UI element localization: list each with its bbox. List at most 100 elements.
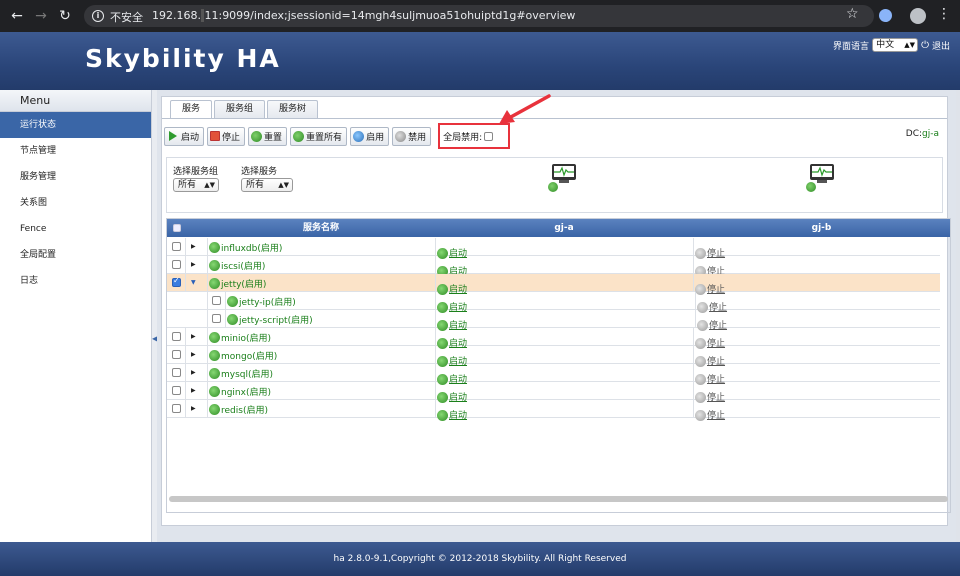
- running-status-icon: [209, 350, 220, 361]
- enable-button[interactable]: 启用: [350, 126, 390, 146]
- sidebar-item-fence[interactable]: Fence: [0, 216, 151, 242]
- service-filter: 选择服务 所有 ▲▼: [241, 164, 293, 192]
- extension-icon[interactable]: [879, 9, 892, 22]
- service-name[interactable]: nginx(启用): [209, 385, 271, 398]
- table-row[interactable]: ▶ nginx(启用) 启动 停止: [167, 382, 940, 403]
- sidebar-item-nodes[interactable]: 节点管理: [0, 138, 151, 164]
- main-area: 服务 服务组 服务树 启动 停止 重置 重置所有 启用 禁用 全局禁用: DC:…: [157, 90, 956, 542]
- logout-link[interactable]: 退出: [932, 39, 950, 52]
- sidebar-item-relations[interactable]: 关系图: [0, 190, 151, 216]
- service-label: 选择服务: [241, 167, 278, 177]
- gj-b-status[interactable]: 停止: [695, 403, 725, 421]
- row-checkbox[interactable]: [172, 368, 181, 377]
- running-status-icon: [209, 260, 220, 271]
- row-checkbox[interactable]: [172, 350, 181, 359]
- table-row-selected[interactable]: ▼ jetty(启用) 启动 停止: [167, 274, 940, 295]
- column-gj-b[interactable]: gj-b: [693, 219, 950, 237]
- reset-button[interactable]: 重置: [248, 126, 288, 146]
- running-status-icon: [209, 368, 220, 379]
- row-checkbox[interactable]: [212, 314, 221, 323]
- language-label: 界面语言: [833, 41, 870, 52]
- stop-icon: [210, 131, 221, 141]
- table-row[interactable]: ▶ mongo(启用) 启动 停止: [167, 346, 940, 367]
- expand-icon[interactable]: ▶: [191, 238, 196, 256]
- expand-icon[interactable]: ▶: [191, 400, 196, 418]
- forward-icon[interactable]: →: [32, 7, 50, 25]
- sidebar-item-services[interactable]: 服务管理: [0, 164, 151, 190]
- collapse-icon[interactable]: ▼: [191, 274, 196, 292]
- language-switcher: 界面语言 中文 ▲▼ ⏻ 退出: [833, 38, 950, 52]
- tab-services[interactable]: 服务: [170, 100, 213, 118]
- insecure-label: 不安全: [110, 11, 143, 24]
- table-row[interactable]: ▶ influxdb(启用) 启动 停止: [167, 238, 940, 259]
- sidebar-item-logs[interactable]: 日志: [0, 268, 151, 294]
- expand-icon[interactable]: ▶: [191, 346, 196, 364]
- horizontal-scrollbar[interactable]: [169, 496, 948, 502]
- table-row-child[interactable]: jetty-script(启用) 启动 停止: [167, 310, 940, 331]
- row-checkbox[interactable]: [172, 404, 181, 413]
- power-icon[interactable]: ⏻: [921, 40, 929, 51]
- sidebar: Menu 运行状态 节点管理 服务管理 关系图 Fence 全局配置 日志: [0, 90, 152, 542]
- browser-menu-icon[interactable]: ⋮: [937, 6, 951, 22]
- service-name[interactable]: influxdb(启用): [209, 241, 282, 254]
- table-row[interactable]: ▶ iscsi(启用) 启动 停止: [167, 256, 940, 277]
- global-disable-checkbox[interactable]: [484, 131, 494, 141]
- running-status-icon: [209, 242, 220, 253]
- sidebar-item-global-config[interactable]: 全局配置: [0, 242, 151, 268]
- table-row-child[interactable]: jetty-ip(启用) 启动 停止: [167, 292, 940, 313]
- row-checkbox[interactable]: [212, 296, 221, 305]
- select-all-checkbox[interactable]: [173, 224, 181, 232]
- app-header: Skybility HA 界面语言 中文 ▲▼ ⏻ 退出: [0, 32, 960, 90]
- stop-button[interactable]: 停止: [207, 126, 246, 146]
- sidebar-item-status[interactable]: 运行状态: [0, 112, 151, 138]
- service-group-select[interactable]: 所有 ▲▼: [173, 178, 219, 192]
- filter-area: 选择服务组 所有 ▲▼ 选择服务 所有 ▲▼: [166, 157, 943, 213]
- tab-service-tree[interactable]: 服务树: [267, 100, 319, 118]
- row-checkbox[interactable]: [172, 332, 181, 341]
- service-panel: 服务 服务组 服务树 启动 停止 重置 重置所有 启用 禁用 全局禁用: DC:…: [161, 96, 951, 526]
- row-checkbox[interactable]: [172, 386, 181, 395]
- expand-icon[interactable]: ▶: [191, 328, 196, 346]
- sidebar-title: Menu: [0, 90, 151, 112]
- service-name[interactable]: mysql(启用): [209, 367, 273, 380]
- tab-service-groups[interactable]: 服务组: [214, 100, 266, 118]
- disable-button[interactable]: 禁用: [392, 126, 432, 146]
- row-checkbox[interactable]: [172, 242, 181, 251]
- running-status-icon: [209, 332, 220, 343]
- service-name[interactable]: jetty-ip(启用): [227, 295, 296, 308]
- gear-icon: [395, 130, 407, 142]
- reset-all-icon: [293, 130, 305, 142]
- table-row[interactable]: ▶ mysql(启用) 启动 停止: [167, 364, 940, 385]
- service-select[interactable]: 所有 ▲▼: [241, 178, 293, 192]
- browser-toolbar: ← → ↻ i 不安全 192.168. 11:9099/index;jsess…: [0, 0, 960, 32]
- running-status-icon: [209, 386, 220, 397]
- bookmark-star-icon[interactable]: ☆: [846, 6, 859, 22]
- reload-icon[interactable]: ↻: [56, 7, 74, 25]
- row-checkbox[interactable]: [172, 260, 181, 269]
- service-name[interactable]: minio(启用): [209, 331, 271, 344]
- service-name[interactable]: jetty-script(启用): [227, 313, 313, 326]
- url-text[interactable]: 192.168. 11:9099/index;jsessionid=14mgh4…: [152, 9, 575, 22]
- column-service-name[interactable]: 服务名称: [207, 219, 435, 237]
- gj-a-status[interactable]: 启动: [437, 403, 467, 421]
- service-name[interactable]: mongo(启用): [209, 349, 277, 362]
- table-row[interactable]: ▶ redis(启用) 启动 停止: [167, 400, 940, 421]
- service-name[interactable]: jetty(启用): [209, 277, 266, 290]
- expand-icon[interactable]: ▶: [191, 364, 196, 382]
- running-status-icon: [437, 410, 448, 421]
- expand-icon[interactable]: ▶: [191, 256, 196, 274]
- start-button[interactable]: 启动: [164, 126, 205, 146]
- reset-all-button[interactable]: 重置所有: [290, 126, 348, 146]
- service-name[interactable]: redis(启用): [209, 403, 268, 416]
- info-icon[interactable]: i: [92, 10, 104, 22]
- column-gj-a[interactable]: gj-a: [435, 219, 693, 237]
- language-select[interactable]: 中文 ▲▼: [872, 38, 919, 52]
- service-name[interactable]: iscsi(启用): [209, 259, 265, 272]
- dc-indicator: DC:gj-a: [905, 129, 939, 139]
- global-disable-label: 全局禁用:: [443, 132, 483, 143]
- table-row[interactable]: ▶ minio(启用) 启动 停止: [167, 328, 940, 349]
- row-checkbox-checked[interactable]: [172, 276, 181, 287]
- profile-avatar[interactable]: [910, 8, 926, 24]
- back-icon[interactable]: ←: [8, 7, 26, 25]
- expand-icon[interactable]: ▶: [191, 382, 196, 400]
